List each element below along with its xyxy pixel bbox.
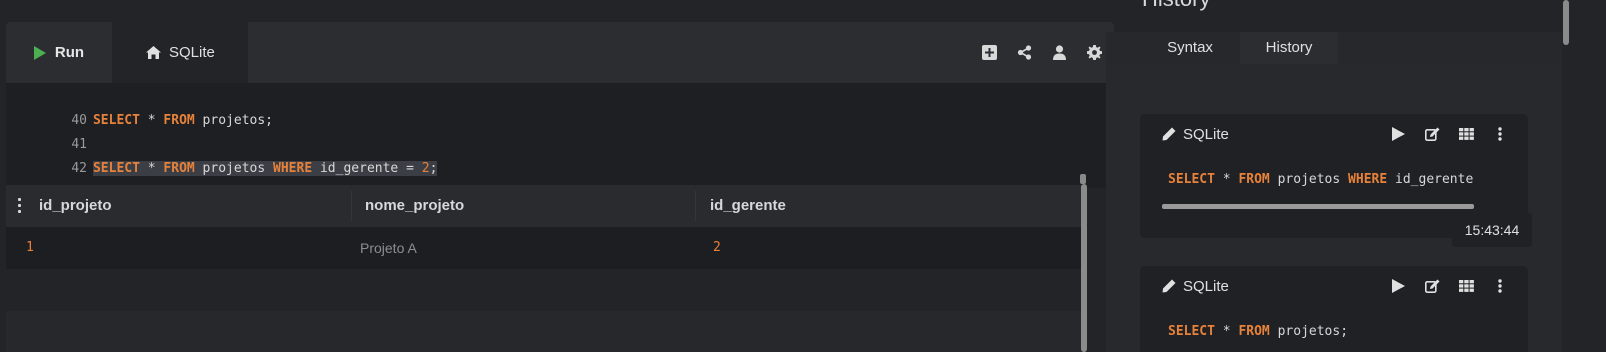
- code-token: *: [139, 113, 164, 128]
- table-icon[interactable]: [1458, 126, 1474, 142]
- editor-panel: Run SQLite 40 SELECT * FROM projetos; 41…: [6, 22, 1114, 352]
- column-divider[interactable]: [351, 191, 352, 221]
- database-label: SQLite: [169, 44, 215, 61]
- results-header: id_projeto nome_projeto id_gerente: [6, 185, 1086, 227]
- more-vert-icon[interactable]: [1492, 126, 1508, 142]
- query-token: *: [1214, 324, 1239, 339]
- code-token: *: [139, 161, 164, 176]
- query-token: SELECT: [1168, 324, 1215, 339]
- editor-toolbar: Run SQLite: [6, 22, 1114, 83]
- pencil-icon: [1162, 279, 1176, 293]
- user-icon[interactable]: [1049, 43, 1069, 63]
- play-icon: [33, 45, 46, 60]
- table-cell: Projeto A: [360, 240, 417, 256]
- history-query[interactable]: SELECT * FROM projetos WHERE id_gerente: [1168, 172, 1473, 187]
- code-token: projetos;: [194, 113, 274, 128]
- gear-icon[interactable]: [1084, 43, 1104, 63]
- column-divider[interactable]: [695, 191, 696, 221]
- query-token: projetos;: [1269, 324, 1349, 339]
- page-scrollbar-track: [1562, 0, 1606, 352]
- history-db-label: SQLite: [1183, 277, 1229, 295]
- add-icon[interactable]: [979, 43, 999, 63]
- edit-icon[interactable]: [1424, 126, 1440, 142]
- code-line-selected: 42 SELECT * FROM projetos WHERE id_gerent…: [6, 139, 438, 176]
- query-token: WHERE: [1348, 172, 1388, 187]
- results-table: id_projeto nome_projeto id_gerente 1 Pro…: [6, 185, 1086, 352]
- code-token: FROM: [163, 161, 195, 176]
- more-vert-icon[interactable]: [1492, 278, 1508, 294]
- column-header[interactable]: id_gerente: [710, 185, 786, 227]
- table-icon[interactable]: [1458, 278, 1474, 294]
- home-icon: [146, 46, 161, 59]
- results-scrollbar[interactable]: [1081, 184, 1087, 352]
- column-menu-icon[interactable]: [18, 198, 22, 213]
- tab-syntax[interactable]: Syntax: [1138, 32, 1242, 64]
- history-entry: SQLite SELECT * FROM projetos WHERE id_g…: [1140, 114, 1532, 247]
- table-cell: 2: [713, 240, 721, 255]
- code-line: 41: [6, 115, 93, 152]
- code-line: 40 SELECT * FROM projetos;: [6, 91, 273, 128]
- history-db: SQLite: [1162, 114, 1229, 154]
- code-token: projetos: [194, 161, 274, 176]
- query-token: id_gerente: [1387, 172, 1474, 187]
- code-token: id_gerente =: [312, 161, 422, 176]
- query-token: FROM: [1238, 172, 1270, 187]
- history-panel: History Syntax History SQLite SELECT * F…: [1106, 0, 1562, 352]
- code-token: WHERE: [273, 161, 313, 176]
- history-db: SQLite: [1162, 266, 1229, 306]
- panel-tabs: Syntax History: [1106, 32, 1562, 64]
- query-token: FROM: [1238, 324, 1270, 339]
- code-token: FROM: [163, 113, 195, 128]
- database-tab[interactable]: SQLite: [112, 22, 248, 83]
- history-entry: SQLite SELECT * FROM projetos;: [1140, 266, 1528, 352]
- history-query-scrollbar[interactable]: [1162, 204, 1474, 209]
- pencil-icon: [1162, 127, 1176, 141]
- column-header[interactable]: id_projeto: [39, 185, 112, 227]
- history-query[interactable]: SELECT * FROM projetos;: [1168, 324, 1348, 339]
- editor-scrollbar[interactable]: [1080, 174, 1086, 184]
- code-token: SELECT: [92, 161, 140, 176]
- edit-icon[interactable]: [1424, 278, 1440, 294]
- history-db-label: SQLite: [1183, 125, 1229, 143]
- query-token: SELECT: [1168, 172, 1215, 187]
- query-token: *: [1214, 172, 1239, 187]
- table-row: 1 Projeto A 2: [6, 227, 1086, 269]
- code-token: ;: [429, 161, 438, 176]
- panel-title: History: [1142, 0, 1210, 12]
- code-token: SELECT: [92, 113, 140, 128]
- tab-history[interactable]: History: [1240, 32, 1338, 64]
- toolbar-actions: [979, 22, 1104, 83]
- history-timestamp: 15:43:44: [1452, 213, 1532, 247]
- run-button[interactable]: Run: [6, 22, 112, 83]
- share-icon[interactable]: [1014, 43, 1034, 63]
- results-footer: [6, 311, 1086, 352]
- line-number: 42: [71, 161, 87, 176]
- column-header[interactable]: nome_projeto: [365, 185, 464, 227]
- code-editor[interactable]: 40 SELECT * FROM projetos; 41 42 SELECT * …: [6, 83, 1114, 188]
- table-cell: 1: [26, 240, 34, 255]
- query-token: projetos: [1269, 172, 1349, 187]
- page-scrollbar[interactable]: [1563, 0, 1569, 45]
- play-icon[interactable]: [1390, 278, 1406, 294]
- run-label: Run: [54, 44, 85, 61]
- play-icon[interactable]: [1390, 126, 1406, 142]
- code-token: 2: [421, 161, 430, 176]
